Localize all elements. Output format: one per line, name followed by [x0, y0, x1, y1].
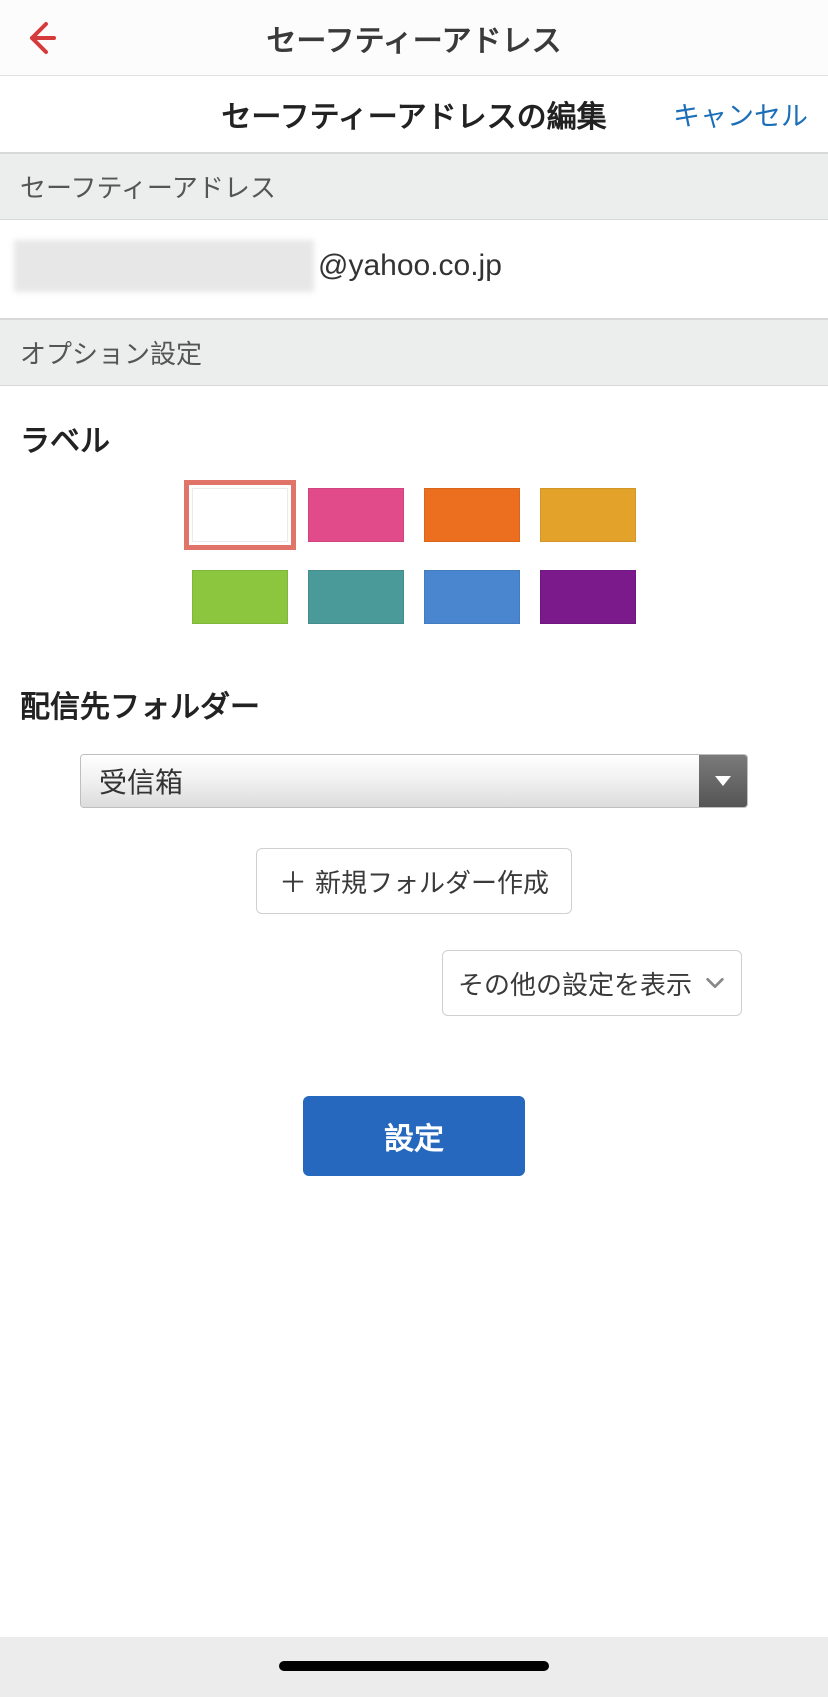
other-settings-label: その他の設定を表示: [458, 965, 692, 1002]
color-swatch-6[interactable]: [424, 570, 520, 624]
back-arrow-icon: [24, 20, 60, 56]
color-grid: [20, 488, 808, 624]
folder-select-value: 受信箱: [81, 755, 699, 807]
new-folder-button[interactable]: ＋ 新規フォルダー作成: [256, 848, 572, 914]
spacer: [0, 1176, 828, 1637]
color-swatch-3[interactable]: [540, 488, 636, 542]
options-content: ラベル 配信先フォルダー 受信箱 ＋ 新規フォルダー作成 その他の設定を表示 設…: [0, 386, 828, 1176]
color-swatch-5[interactable]: [308, 570, 404, 624]
chevron-down-icon: [704, 972, 726, 994]
section-safety-address: セーフティーアドレス: [0, 154, 828, 220]
sub-header-title: セーフティーアドレスの編集: [221, 92, 606, 136]
color-swatch-2[interactable]: [424, 488, 520, 542]
email-row: @yahoo.co.jp: [0, 220, 828, 320]
color-swatch-1[interactable]: [308, 488, 404, 542]
label-title: ラベル: [20, 416, 808, 460]
bottom-bar: [0, 1637, 828, 1697]
email-local-part: [14, 240, 314, 292]
email-domain: @yahoo.co.jp: [318, 249, 502, 283]
folder-select[interactable]: 受信箱: [80, 754, 748, 808]
sub-header: セーフティーアドレスの編集 キャンセル: [0, 76, 828, 154]
home-indicator[interactable]: [279, 1661, 549, 1671]
color-swatch-4[interactable]: [192, 570, 288, 624]
section-option-settings: オプション設定: [0, 320, 828, 386]
other-settings-button[interactable]: その他の設定を表示: [442, 950, 742, 1016]
color-swatch-7[interactable]: [540, 570, 636, 624]
plus-icon: ＋: [279, 861, 307, 901]
color-swatch-0[interactable]: [192, 488, 288, 542]
top-nav: セーフティーアドレス: [0, 0, 828, 76]
new-folder-label: 新規フォルダー作成: [315, 863, 549, 900]
page-title: セーフティーアドレス: [266, 16, 561, 60]
folder-title: 配信先フォルダー: [20, 682, 808, 726]
submit-button[interactable]: 設定: [303, 1096, 525, 1176]
cancel-button[interactable]: キャンセル: [673, 95, 808, 134]
dropdown-arrow-icon: [699, 755, 747, 807]
back-button[interactable]: [20, 16, 64, 60]
